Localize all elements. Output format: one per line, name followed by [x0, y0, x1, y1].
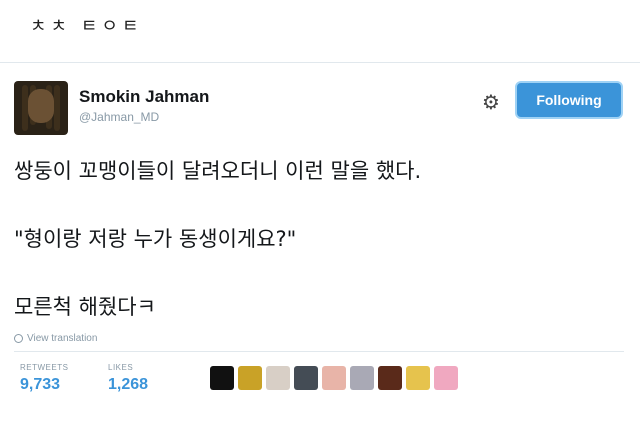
liker-avatar[interactable]: [266, 366, 290, 390]
liker-avatar[interactable]: [294, 366, 318, 390]
liker-avatar[interactable]: [322, 366, 346, 390]
retweets-label: RETWEETS: [20, 363, 69, 372]
view-translation-label: View translation: [27, 333, 98, 344]
view-translation-link[interactable]: View translation: [14, 333, 97, 344]
top-caption: ㅊㅊ ㅌㅇㅌ: [30, 16, 143, 37]
retweets-count[interactable]: 9,733: [20, 376, 60, 394]
liker-avatar[interactable]: [238, 366, 262, 390]
author-handle[interactable]: @Jahman_MD: [79, 110, 159, 124]
tweet-text-line: 쌍둥이 꼬맹이들이 달려오더니 이런 말을 했다.: [14, 159, 422, 183]
divider: [14, 351, 624, 352]
author-name[interactable]: Smokin Jahman: [79, 87, 209, 107]
likes-label: LIKES: [108, 363, 134, 372]
liker-avatar[interactable]: [210, 366, 234, 390]
following-button[interactable]: Following: [515, 81, 623, 119]
liker-avatars: [210, 366, 458, 390]
liker-avatar[interactable]: [406, 366, 430, 390]
liker-avatar[interactable]: [350, 366, 374, 390]
likes-count[interactable]: 1,268: [108, 376, 148, 394]
tweet-text-line: 모른척 해줬다ㅋ: [14, 295, 156, 319]
liker-avatar[interactable]: [434, 366, 458, 390]
avatar[interactable]: [14, 81, 68, 135]
tweet-card: Smokin Jahman @Jahman_MD ⚙ Following 쌍둥이…: [0, 62, 640, 445]
globe-icon: [14, 334, 23, 343]
tweet-text-line: "형이랑 저랑 누가 동생이게요?": [14, 227, 297, 251]
gear-icon[interactable]: ⚙: [480, 91, 502, 113]
liker-avatar[interactable]: [378, 366, 402, 390]
